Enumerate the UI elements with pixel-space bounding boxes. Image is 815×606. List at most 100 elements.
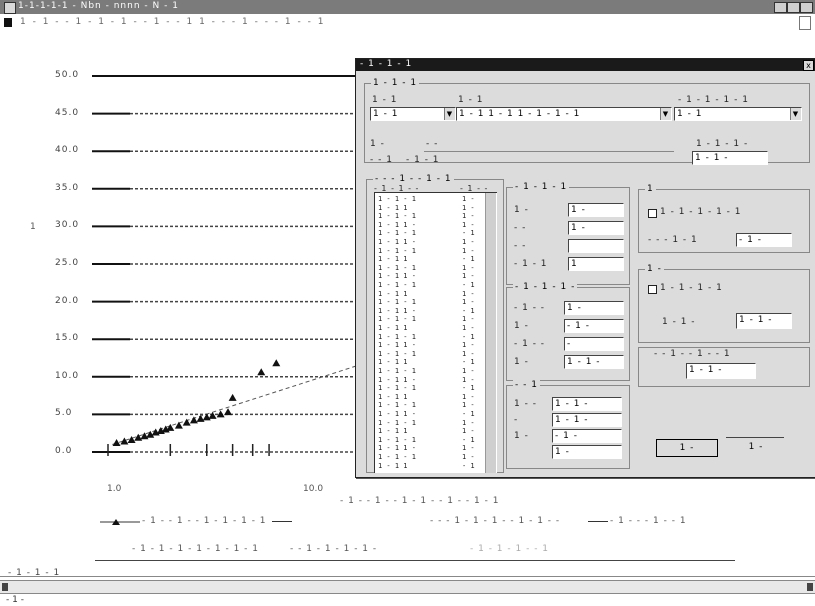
- list-item[interactable]: 1 - 1 - 1 1 -: [378, 298, 475, 306]
- list-item[interactable]: 1 - 1 - 1 1 -: [378, 212, 475, 221]
- right1-field2[interactable]: - 1 -: [736, 233, 792, 247]
- scroll-right-icon[interactable]: [807, 583, 813, 591]
- list-item[interactable]: 1 - 1 1 - 1 -: [378, 221, 475, 229]
- list-item[interactable]: 1 - 1 - 1 1 -: [378, 247, 475, 255]
- field-input[interactable]: 1 -: [568, 203, 624, 217]
- list-item[interactable]: 1 - 1 - 1 - 1: [378, 333, 475, 341]
- list-item[interactable]: 1 - 1 - 1 1 -: [378, 401, 475, 409]
- right2-checkbox[interactable]: [648, 285, 657, 294]
- field-input[interactable]: [568, 239, 624, 253]
- data-point-marker: [228, 393, 237, 401]
- list-item[interactable]: 1 - 1 1 1 -: [378, 324, 475, 332]
- right3-field[interactable]: 1 - 1 -: [686, 363, 756, 379]
- list-item[interactable]: 1 - 1 1 1 -: [378, 290, 475, 298]
- list-item[interactable]: 1 - 1 - 1 - 1: [378, 229, 475, 237]
- field-input[interactable]: 1 - 1 -: [552, 413, 622, 427]
- list-item-col2: 1 -: [462, 444, 475, 453]
- combo3-select[interactable]: 1 - 1 ▼: [674, 107, 802, 121]
- data-point-marker: [189, 416, 198, 424]
- combo2-select[interactable]: 1 - 1 1 - 1 1 - 1 - 1 - 1 ▼: [456, 107, 672, 121]
- chevron-down-icon[interactable]: ▼: [790, 108, 801, 120]
- field-input[interactable]: -: [564, 337, 624, 351]
- list-item[interactable]: 1 - 1 - 1 - 1: [378, 384, 475, 392]
- list-item[interactable]: 1 - 1 1 1 -: [378, 393, 475, 401]
- combo3-label: - 1 - 1 - 1 - 1: [678, 95, 749, 105]
- list-item-col1: 1 - 1 - 1: [378, 315, 416, 324]
- menu-items[interactable]: 1 - 1 - - 1 - 1 - 1 - - 1 - - 1 1 - - - …: [20, 17, 325, 27]
- window-title: 1-1-1-1-1 - Nbn - nnnn - N - 1: [18, 1, 179, 11]
- close-window-button[interactable]: [800, 2, 813, 13]
- field-input[interactable]: 1 -: [552, 445, 622, 459]
- field-input[interactable]: 1 - 1 -: [552, 397, 622, 411]
- list-item-col1: 1 - 1 1 -: [378, 272, 416, 281]
- legend-row2-1: - 1 - 1 - 1 - 1 - 1 - 1 - 1: [132, 544, 260, 554]
- list-item-col1: 1 - 1 - 1: [378, 418, 416, 427]
- horizontal-scrollbar[interactable]: [0, 580, 815, 594]
- list-item-col1: 1 - 1 1: [378, 358, 408, 367]
- list-item[interactable]: 1 - 1 1 - 1 -: [378, 341, 475, 349]
- list-item-col2: 1 -: [462, 195, 475, 203]
- field-input[interactable]: - 1 -: [552, 429, 622, 443]
- title-bar: 1-1-1-1-1 - Nbn - nnnn - N - 1: [0, 0, 815, 14]
- right2-field2[interactable]: 1 - 1 -: [736, 313, 792, 329]
- dialog-title-bar: - 1 - 1 - 1 x: [356, 59, 815, 71]
- list-item[interactable]: 1 - 1 - 1 1 -: [378, 195, 475, 203]
- scroll-left-icon[interactable]: [2, 583, 8, 591]
- list-item[interactable]: 1 - 1 - 1 1 -: [378, 315, 475, 324]
- list-item-col2: 1 -: [462, 418, 475, 427]
- list-item-col1: 1 - 1 - 1: [378, 453, 416, 461]
- list-item[interactable]: 1 - 1 - 1 - 1: [378, 436, 475, 444]
- y-tick-label: 50.0: [55, 70, 80, 80]
- list-item[interactable]: 1 - 1 1 - 1: [378, 462, 475, 470]
- list-item[interactable]: 1 - 1 - 1 1 -: [378, 418, 475, 427]
- dialog-close-button[interactable]: x: [803, 60, 814, 71]
- field-input[interactable]: 1 - 1 -: [564, 355, 624, 369]
- list-item-col2: 1 -: [462, 238, 475, 246]
- list-item[interactable]: 1 - 1 1 - - 1: [378, 307, 475, 315]
- y-tick-label: 25.0: [55, 258, 80, 268]
- list-item-col2: 1 -: [462, 298, 475, 307]
- field-input[interactable]: 1 -: [568, 221, 624, 235]
- restore-child-button[interactable]: [799, 16, 811, 30]
- list-item[interactable]: 1 - 1 - 1 - 1: [378, 281, 475, 289]
- list-item-col2: 1 -: [462, 246, 475, 255]
- list-item[interactable]: 1 - 1 1 - 1 -: [378, 444, 475, 452]
- list-item-col2: 1 -: [462, 427, 475, 436]
- list-item[interactable]: 1 - 1 - 1 1 -: [378, 350, 475, 358]
- list-item[interactable]: 1 - 1 1 - 1: [378, 255, 475, 263]
- cancel-button[interactable]: 1 -: [726, 439, 786, 455]
- ok-button[interactable]: 1 -: [656, 439, 718, 457]
- minimize-button[interactable]: [774, 2, 787, 13]
- list-item[interactable]: 1 - 1 1 - 1 -: [378, 272, 475, 281]
- list-item[interactable]: 1 - 1 1 - 1 -: [378, 238, 475, 246]
- list-item[interactable]: 1 - 1 1 - 1: [378, 358, 475, 367]
- right1-checkbox[interactable]: [648, 209, 657, 218]
- field-input[interactable]: - 1 -: [564, 319, 624, 333]
- field-label: 1 -: [514, 431, 529, 441]
- data-point-marker: [196, 414, 205, 422]
- y-tick-label: 10.0: [55, 370, 80, 381]
- chevron-down-icon[interactable]: ▼: [444, 108, 455, 120]
- list-item[interactable]: 1 - 1 1 1 -: [378, 427, 475, 435]
- list-item[interactable]: 1 - 1 - 1 1 -: [378, 453, 475, 461]
- list-item[interactable]: 1 - 1 1 - - 1: [378, 410, 475, 418]
- right-field[interactable]: 1 - 1 -: [692, 151, 768, 165]
- list-item[interactable]: 1 - 1 1 - 1 -: [378, 376, 475, 384]
- list-item[interactable]: 1 - 1 1 1 -: [378, 204, 475, 212]
- right-group-1-title: 1: [645, 184, 656, 195]
- list-item[interactable]: 1 - 1 - 1 1 -: [378, 367, 475, 375]
- legend-row2-2: - - 1 - 1 - 1 - 1 -: [290, 544, 378, 554]
- chevron-down-icon[interactable]: ▼: [660, 108, 671, 120]
- list-item-col2: - 1: [462, 358, 475, 367]
- values-listbox[interactable]: 1 - 1 - 11 -1 - 1 11 -1 - 1 - 11 -1 - 1 …: [374, 192, 497, 473]
- listbox-scrollbar[interactable]: [485, 193, 496, 473]
- field-input[interactable]: 1: [568, 257, 624, 271]
- combo1-select[interactable]: 1 - 1 ▼: [370, 107, 456, 121]
- field-input[interactable]: 1 -: [564, 301, 624, 315]
- list-item-col2: 1 -: [462, 367, 475, 375]
- data-point-marker: [202, 413, 211, 421]
- list-item-col1: 1 - 1 - 1: [378, 212, 416, 221]
- maximize-button[interactable]: [787, 2, 800, 13]
- row2-label1: 1 -: [370, 139, 385, 149]
- list-item[interactable]: 1 - 1 - 1 1 -: [378, 264, 475, 272]
